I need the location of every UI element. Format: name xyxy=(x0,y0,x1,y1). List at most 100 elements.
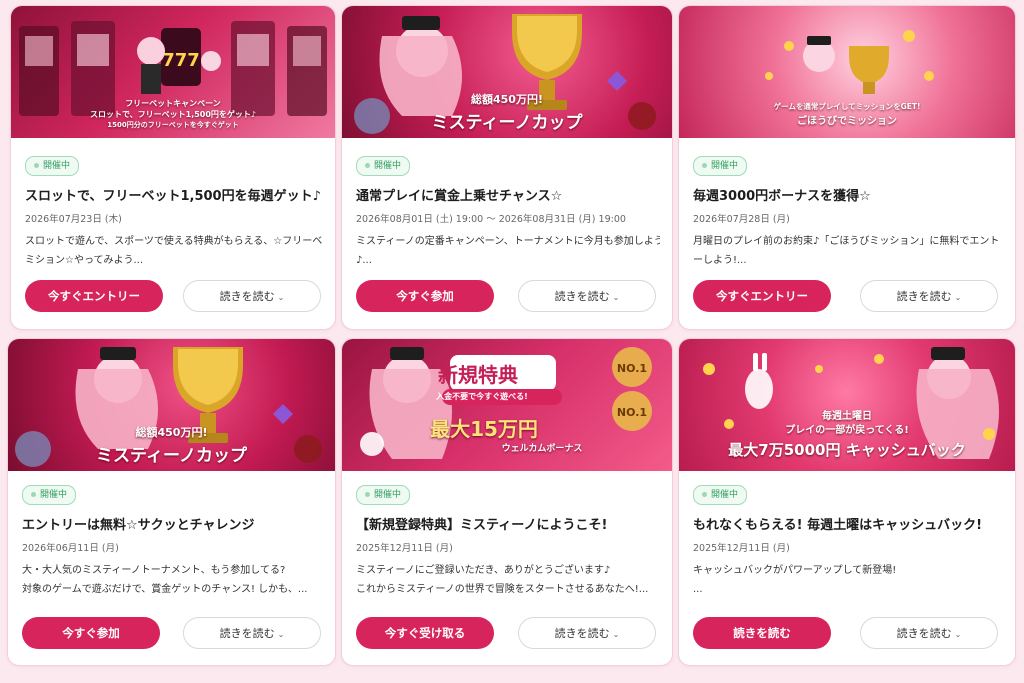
chevron-down-icon: ⌄ xyxy=(954,630,962,639)
promo-card: NO.1 NO.1 新規特典 入金不要で今すぐ遊べる! 最大15万円 ウェルカム… xyxy=(341,338,673,666)
promo-description: スロットで遊んで、スポーツで使える特典がもらえる、☆フリーベッ ミション☆やって… xyxy=(25,232,323,270)
promo-date: 2026年07月23日 (木) xyxy=(25,214,122,225)
read-more-label: 読きを読む xyxy=(554,290,610,303)
promo-banner-cup[interactable]: 総額450万円! ミスティーノカップ xyxy=(8,339,335,471)
status-badge: 開催中 xyxy=(693,156,748,176)
banner-headline: 最大15万円 xyxy=(430,417,538,441)
read-more-button[interactable]: 読きを読む ⌄ xyxy=(518,280,656,312)
promo-description: ミスティーノの定番キャンペーン、トーナメントに今月も参加しよう ♪... xyxy=(356,232,660,270)
chevron-down-icon: ⌄ xyxy=(954,293,962,302)
desc-line: 大・大人気のミスティーノトーナメント、もう参加してる? xyxy=(22,565,286,576)
banner-caption: 毎週土曜日 xyxy=(822,411,872,422)
banner-headline: 最大7万5000円 キャッシュバック xyxy=(728,441,966,459)
promo-title[interactable]: スロットで、フリーベット1,500円を毎週ゲット♪ xyxy=(25,185,325,204)
status-label: 開催中 xyxy=(374,161,402,171)
promo-date: 2026年07月28日 (月) xyxy=(693,214,790,225)
promo-title[interactable]: もれなくもらえる! 毎週土曜はキャッシュバック! xyxy=(693,514,1005,533)
banner-headline: 新規特典 xyxy=(438,363,518,387)
banner-caption: ゲームを通常プレイしてミッションをGET! xyxy=(773,102,921,111)
status-badge: 開催中 xyxy=(356,485,411,505)
read-more-label: 読きを読む xyxy=(896,627,952,640)
read-more-label: 読きを読む xyxy=(896,290,952,303)
promo-card: ゲームを通常プレイしてミッションをGET! ごほうびでミッション 開催中 毎週3… xyxy=(678,5,1016,330)
promo-description: キャッシュバックがパワーアップして新登場! ... xyxy=(693,561,1003,599)
promo-date: 2025年12月11日 (月) xyxy=(693,543,790,554)
status-label: 開催中 xyxy=(43,161,71,171)
banner-caption: スロットで、フリーベット1,500円をゲット♪ xyxy=(89,110,257,119)
promo-card: 総額450万円! ミスティーノカップ 開催中 エントリーは無料☆サクッとチャレン… xyxy=(7,338,336,666)
status-badge: 開催中 xyxy=(693,485,748,505)
read-more-label: 読きを読む xyxy=(219,290,275,303)
desc-line: ... xyxy=(693,584,703,595)
desc-line: これからミスティーノの世界で冒険をスタートさせるあなたへ!... xyxy=(356,584,649,595)
promo-banner-freebet[interactable]: 777 フリーベットキャンペーン スロットで、フリーベット1,500円をゲット♪… xyxy=(11,6,335,138)
read-more-primary-button[interactable]: 読きを読む xyxy=(693,617,831,649)
svg-text:777: 777 xyxy=(162,50,200,71)
chevron-down-icon: ⌄ xyxy=(612,293,620,302)
banner-caption: 1500円分のフリーベットを今すぐゲット xyxy=(107,121,239,129)
desc-line: ♪... xyxy=(356,255,372,266)
status-badge: 開催中 xyxy=(25,156,80,176)
status-label: 開催中 xyxy=(40,490,68,500)
promo-date: 2025年12月11日 (月) xyxy=(356,543,453,554)
promo-title[interactable]: 毎週3000円ボーナスを獲得☆ xyxy=(693,185,1005,204)
promotions-grid: 777 フリーベットキャンペーン スロットで、フリーベット1,500円をゲット♪… xyxy=(0,0,1024,683)
status-dot-icon xyxy=(34,163,39,168)
promo-card: 777 フリーベットキャンペーン スロットで、フリーベット1,500円をゲット♪… xyxy=(10,5,336,330)
chevron-down-icon: ⌄ xyxy=(277,630,285,639)
promo-description: 大・大人気のミスティーノトーナメント、もう参加してる? 対象のゲームで遊ぶだけで… xyxy=(22,561,323,599)
entry-now-button[interactable]: 今すぐエントリー xyxy=(693,280,831,312)
desc-line: 対象のゲームで遊ぶだけで、賞金ゲットのチャンス! しかも、... xyxy=(22,584,308,595)
promo-description: ミスティーノにご登録いただき、ありがとうございます♪ これからミスティーノの世界… xyxy=(356,561,660,599)
promo-card: 総額450万円! ミスティーノカップ 開催中 通常プレイに賞金上乗せチャンス☆ … xyxy=(341,5,673,330)
desc-line: スロットで遊んで、スポーツで使える特典がもらえる、☆フリーベッ xyxy=(25,236,323,247)
read-more-button[interactable]: 読きを読む ⌄ xyxy=(518,617,656,649)
status-dot-icon xyxy=(702,163,707,168)
entry-now-button[interactable]: 今すぐエントリー xyxy=(25,280,163,312)
promo-banner-cashback[interactable]: 毎週土曜日 プレイの一部が戻ってくる! 最大7万5000円 キャッシュバック xyxy=(679,339,1015,471)
status-label: 開催中 xyxy=(374,490,402,500)
promo-date: 2026年06月11日 (月) xyxy=(22,543,119,554)
status-dot-icon xyxy=(365,163,370,168)
read-more-button[interactable]: 読きを読む ⌄ xyxy=(860,617,998,649)
read-more-label: 読きを読む xyxy=(219,627,275,640)
banner-headline: ミスティーノカップ xyxy=(96,446,247,466)
read-more-button[interactable]: 読きを読む ⌄ xyxy=(183,617,321,649)
desc-line: ミスティーノの定番キャンペーン、トーナメントに今月も参加しよう xyxy=(356,236,660,247)
banner-caption: プレイの一部が戻ってくる! xyxy=(785,425,909,436)
read-more-label: 読きを読む xyxy=(554,627,610,640)
banner-headline: 総額450万円! xyxy=(135,426,208,439)
desc-line: 月曜日のプレイ前のお約束♪「ごほうびミッション」に無料でエント xyxy=(693,236,1000,247)
status-dot-icon xyxy=(31,492,36,497)
promo-banner-cup[interactable]: 総額450万円! ミスティーノカップ xyxy=(342,6,672,138)
banner-headline: ミスティーノカップ xyxy=(431,113,583,133)
claim-now-button[interactable]: 今すぐ受け取る xyxy=(356,617,494,649)
promo-title[interactable]: 通常プレイに賞金上乗せチャンス☆ xyxy=(356,185,662,204)
desc-line: キャッシュバックがパワーアップして新登場! xyxy=(693,565,897,576)
join-now-button[interactable]: 今すぐ参加 xyxy=(22,617,160,649)
promo-description: 月曜日のプレイ前のお約束♪「ごほうびミッション」に無料でエント ーしよう!... xyxy=(693,232,1003,270)
promo-card: 毎週土曜日 プレイの一部が戻ってくる! 最大7万5000円 キャッシュバック 開… xyxy=(678,338,1016,666)
banner-caption: フリーベットキャンペーン xyxy=(125,99,221,108)
desc-line: ミスティーノにご登録いただき、ありがとうございます♪ xyxy=(356,565,611,576)
status-dot-icon xyxy=(702,492,707,497)
status-dot-icon xyxy=(365,492,370,497)
promo-title[interactable]: エントリーは無料☆サクッとチャレンジ xyxy=(22,514,325,533)
chevron-down-icon: ⌄ xyxy=(277,293,285,302)
status-badge: 開催中 xyxy=(22,485,77,505)
promo-title[interactable]: 【新規登録特典】ミスティーノにようこそ! xyxy=(356,514,662,533)
read-more-button[interactable]: 読きを読む ⌄ xyxy=(860,280,998,312)
promo-date: 2026年08月01日 (土) 19:00 ～ 2026年08月31日 (月) … xyxy=(356,214,626,225)
banner-caption: ウェルカムボーナス xyxy=(501,444,583,454)
promo-banner-welcome[interactable]: NO.1 NO.1 新規特典 入金不要で今すぐ遊べる! 最大15万円 ウェルカム… xyxy=(342,339,672,471)
promo-banner-mission[interactable]: ゲームを通常プレイしてミッションをGET! ごほうびでミッション xyxy=(679,6,1015,138)
banner-headline: ごほうびでミッション xyxy=(797,116,897,127)
desc-line: ーしよう!... xyxy=(693,255,747,266)
status-badge: 開催中 xyxy=(356,156,411,176)
banner-caption: 入金不要で今すぐ遊べる! xyxy=(436,392,528,401)
status-label: 開催中 xyxy=(711,490,739,500)
desc-line: ミション☆やってみよう... xyxy=(25,255,144,266)
chevron-down-icon: ⌄ xyxy=(612,630,620,639)
join-now-button[interactable]: 今すぐ参加 xyxy=(356,280,494,312)
read-more-button[interactable]: 読きを読む ⌄ xyxy=(183,280,321,312)
